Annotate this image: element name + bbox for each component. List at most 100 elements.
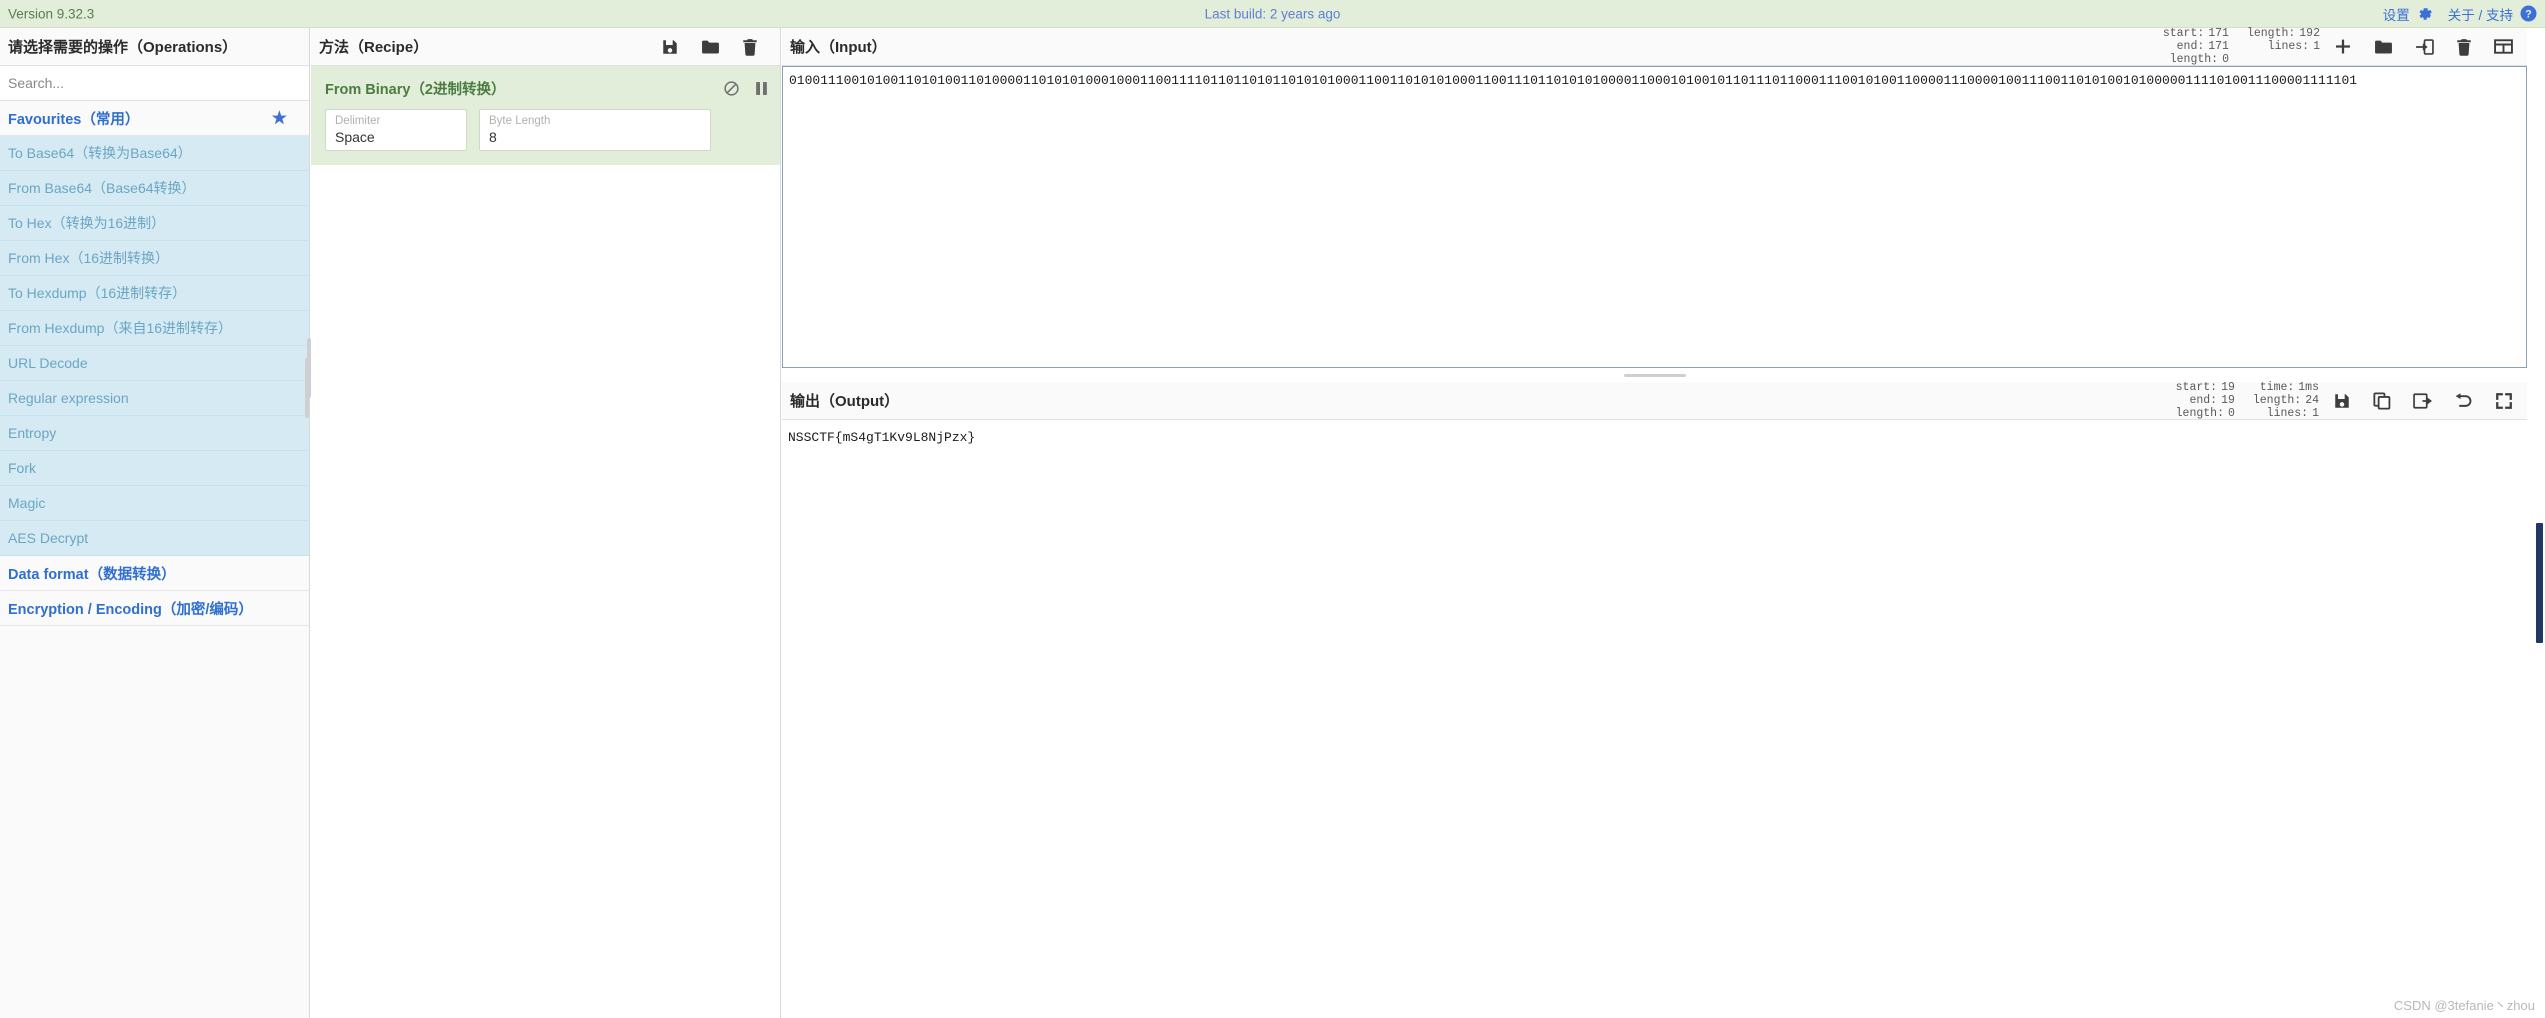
replace-input-icon[interactable] [2413, 392, 2432, 410]
recipe-splitter[interactable] [307, 338, 311, 398]
input-start-label: start: [2162, 27, 2205, 40]
top-banner: Version 9.32.3 Last build: 2 years ago 设… [0, 0, 2545, 28]
last-build-label: Last build: 2 years ago [1204, 6, 1341, 21]
output-selection-counters: start: 19 end: 19 length: 0 [2176, 381, 2235, 420]
category-favourites[interactable]: Favourites（常用） ★ [0, 101, 309, 136]
op-from-base64[interactable]: From Base64（Base64转换） [0, 171, 309, 206]
output-actions [2333, 391, 2521, 410]
input-lines-label: lines: [2267, 40, 2310, 53]
output-title: 输出（Output） [790, 393, 900, 410]
gear-icon[interactable] [2417, 6, 2433, 22]
output-size-counters: time: 1ms length: 24 lines: 1 [2253, 381, 2319, 420]
recipe-operation-header: From Binary（2进制转换） [311, 74, 780, 109]
byte-length-value: 8 [489, 129, 497, 145]
category-encryption-encoding-label: Encryption / Encoding（加密/编码） [8, 601, 253, 618]
input-title: 输入（Input） [790, 39, 887, 56]
delimiter-value: Space [335, 129, 375, 145]
input-textarea[interactable]: 0100111001010011010100110100001101010100… [782, 66, 2527, 368]
op-label: From Hexdump（来自16进制转存） [8, 320, 233, 336]
op-to-hexdump[interactable]: To Hexdump（16进制转存） [0, 276, 309, 311]
category-data-format-label: Data format（数据转换） [8, 566, 176, 583]
recipe-title: 方法（Recipe） [319, 39, 429, 56]
input-header-right: start: 171 end: 171 length: 0 length: 192 li… [2163, 27, 2521, 66]
input-lines-value: 1 [2313, 40, 2320, 53]
input-sel-length-value: 0 [2222, 53, 2229, 66]
input-pane: 输入（Input） start: 171 end: 171 length: 0 len… [782, 27, 2527, 368]
output-start-value: 19 [2221, 381, 2235, 394]
byte-length-field[interactable]: Byte Length 8 [479, 109, 711, 151]
op-label: Fork [8, 460, 36, 476]
settings-label[interactable]: 设置 [2383, 4, 2410, 24]
op-entropy[interactable]: Entropy [0, 416, 309, 451]
op-regular-expression[interactable]: Regular expression [0, 381, 309, 416]
op-from-hexdump[interactable]: From Hexdump（来自16进制转存） [0, 311, 309, 346]
star-icon[interactable]: ★ [272, 110, 287, 127]
open-folder-icon[interactable] [2374, 38, 2393, 56]
op-label: To Hex（转换为16进制） [8, 215, 166, 231]
version-label: Version 9.32.3 [8, 6, 95, 21]
scrollbar-thumb[interactable] [2536, 523, 2543, 643]
output-length-label: length: [2252, 394, 2302, 407]
maximise-icon[interactable] [2495, 392, 2513, 410]
op-aes-decrypt[interactable]: AES Decrypt [0, 521, 309, 556]
op-label: URL Decode [8, 355, 88, 371]
input-end-value: 171 [2208, 40, 2229, 53]
input-length-label: length: [2246, 27, 2296, 40]
output-time-label: time: [2259, 381, 2295, 394]
watermark: CSDN @3tefanie丶zhou [2393, 998, 2535, 1013]
add-tab-icon[interactable] [2334, 38, 2352, 56]
op-label: Regular expression [8, 390, 129, 406]
undo-icon[interactable] [2454, 392, 2473, 409]
trash-icon[interactable] [742, 38, 758, 56]
input-header: 输入（Input） start: 171 end: 171 length: 0 len… [782, 27, 2527, 66]
reset-layout-icon[interactable] [2494, 38, 2513, 55]
output-time-value: 1ms [2298, 381, 2319, 394]
operations-title: 请选择需要的操作（Operations） [0, 28, 309, 66]
recipe-actions [661, 38, 772, 56]
input-sel-length-label: length: [2169, 53, 2219, 66]
output-header: 输出（Output） start: 19 end: 19 length: 0 time… [782, 381, 2527, 420]
about-support-label[interactable]: 关于 / 支持 [2448, 4, 2513, 24]
window-scrollbar[interactable] [2527, 28, 2545, 1018]
operations-pane: 请选择需要的操作（Operations） Search... Favourite… [0, 28, 310, 1018]
save-icon[interactable] [661, 38, 679, 56]
category-encryption-encoding[interactable]: Encryption / Encoding（加密/编码） [0, 591, 309, 626]
op-url-decode[interactable]: URL Decode [0, 346, 309, 381]
output-lines-label: lines: [2266, 407, 2309, 420]
op-label: Magic [8, 495, 46, 511]
clear-icon[interactable] [2456, 38, 2472, 56]
op-label: Entropy [8, 425, 57, 441]
recipe-operation-from-binary[interactable]: From Binary（2进制转换） Delimiter Space Byte … [311, 66, 780, 165]
disable-icon[interactable] [724, 81, 739, 96]
op-to-base64[interactable]: To Base64（转换为Base64） [0, 136, 309, 171]
op-from-hex[interactable]: From Hex（16进制转换） [0, 241, 309, 276]
input-counters: start: 171 end: 171 length: 0 length: 192 li… [2163, 27, 2334, 66]
category-data-format[interactable]: Data format（数据转换） [0, 556, 309, 591]
op-label: From Hex（16进制转换） [8, 250, 170, 266]
io-splitter-grip[interactable] [1623, 373, 1686, 377]
output-pane: 输出（Output） start: 19 end: 19 length: 0 time… [782, 381, 2527, 1018]
open-file-icon[interactable] [2415, 38, 2434, 56]
op-to-hex[interactable]: To Hex（转换为16进制） [0, 206, 309, 241]
search-input[interactable]: Search... [0, 66, 309, 101]
output-text[interactable]: NSSCTF{mS4gT1Kv9L8NjPzx} [782, 420, 2527, 1018]
copy-icon[interactable] [2373, 391, 2391, 410]
banner-actions: 设置 关于 / 支持 ? [2383, 4, 2537, 24]
pause-icon[interactable] [755, 81, 768, 96]
op-label: From Base64（Base64转换） [8, 180, 196, 196]
delimiter-field[interactable]: Delimiter Space [325, 109, 467, 151]
recipe-header: 方法（Recipe） [311, 28, 780, 66]
folder-icon[interactable] [701, 38, 720, 56]
help-circle-icon[interactable]: ? [2520, 5, 2537, 22]
op-magic[interactable]: Magic [0, 486, 309, 521]
input-actions [2334, 38, 2521, 56]
output-header-right: start: 19 end: 19 length: 0 time: 1ms length… [2176, 381, 2521, 420]
output-sel-length-label: length: [2175, 407, 2224, 420]
io-splitter[interactable] [782, 368, 2527, 382]
category-favourites-label: Favourites（常用） [8, 111, 140, 128]
output-sel-length-value: 0 [2227, 407, 2235, 420]
op-fork[interactable]: Fork [0, 451, 309, 486]
save-icon[interactable] [2333, 392, 2351, 410]
op-label: To Hexdump（16进制转存） [8, 285, 187, 301]
byte-length-label: Byte Length [489, 115, 551, 127]
